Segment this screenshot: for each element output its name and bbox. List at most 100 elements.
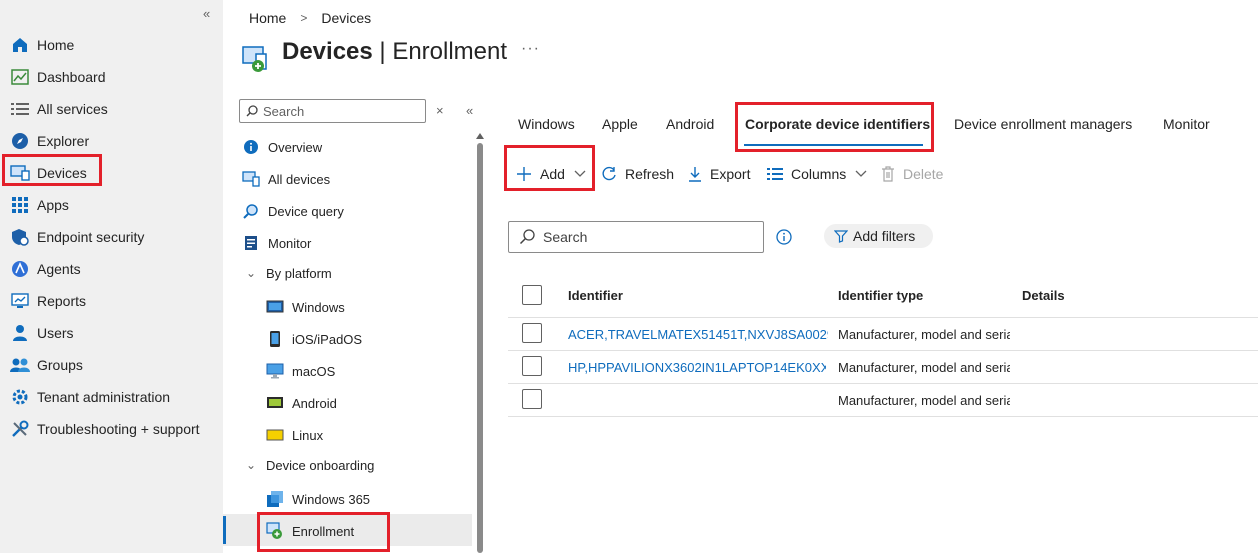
- table-divider: [508, 317, 1258, 318]
- identifier-type-cell: Manufacturer, model and serial number: [838, 327, 1010, 342]
- nav-label: All services: [37, 101, 108, 117]
- nav-item-dashboard[interactable]: Dashboard: [10, 64, 215, 90]
- tab-apple[interactable]: Apple: [602, 116, 638, 132]
- breadcrumb: Home > Devices: [249, 10, 371, 26]
- nav-label: Agents: [37, 261, 81, 277]
- subnav-ios-ipados[interactable]: iOS/iPadOS: [266, 326, 362, 352]
- nav-item-agents[interactable]: Agents: [10, 256, 215, 282]
- nav-item-tenant-administration[interactable]: Tenant administration: [10, 384, 215, 410]
- subnav-group-device-onboarding[interactable]: ⌄ Device onboarding: [242, 452, 374, 478]
- agents-icon: [10, 259, 30, 279]
- enrollment-highlight-box: [257, 512, 390, 552]
- identifier-type-cell: Manufacturer, model and serial number: [838, 360, 1010, 375]
- row-checkbox[interactable]: [522, 323, 542, 343]
- nav-label: Home: [37, 37, 75, 53]
- tab-android[interactable]: Android: [666, 116, 714, 132]
- add-filters-label: Add filters: [853, 228, 916, 244]
- subnav-monitor[interactable]: Monitor: [242, 230, 311, 256]
- subnav-label: macOS: [292, 363, 336, 379]
- groups-icon: [10, 355, 30, 375]
- refresh-label: Refresh: [625, 166, 675, 182]
- table-divider: [508, 350, 1258, 351]
- identifier-link[interactable]: HP,HPPAVILIONX3602IN1LAPTOP14EK0XXX,: [568, 360, 826, 375]
- dashboard-icon: [10, 67, 30, 87]
- subnav-windows-365[interactable]: Windows 365: [266, 486, 370, 512]
- row-checkbox[interactable]: [522, 389, 542, 409]
- add-filters-button[interactable]: Add filters: [824, 224, 933, 248]
- explorer-icon: [10, 131, 30, 151]
- android-device-icon: [266, 394, 284, 412]
- breadcrumb-devices[interactable]: Devices: [321, 10, 371, 26]
- scroll-up-arrow-icon[interactable]: [476, 133, 484, 139]
- column-header-identifier-type[interactable]: Identifier type: [838, 288, 923, 303]
- nav-label: Dashboard: [37, 69, 106, 85]
- query-search-icon: [242, 202, 260, 220]
- phone-icon: [266, 330, 284, 348]
- nav-item-explorer[interactable]: Explorer: [10, 128, 215, 154]
- nav-item-groups[interactable]: Groups: [10, 352, 215, 378]
- subnav-scrollbar[interactable]: [476, 133, 484, 553]
- breadcrumb-home[interactable]: Home: [249, 10, 286, 26]
- search-icon: [519, 229, 535, 245]
- nav-label: Explorer: [37, 133, 90, 149]
- reports-icon: [10, 291, 30, 311]
- nav-item-all-services[interactable]: All services: [10, 96, 215, 122]
- subnav-label: Overview: [268, 139, 323, 155]
- nav-label: Groups: [37, 357, 83, 373]
- devices-icon: [242, 170, 260, 188]
- nav-item-users[interactable]: Users: [10, 320, 215, 346]
- row-checkbox[interactable]: [522, 356, 542, 376]
- delete-button[interactable]: Delete: [881, 163, 943, 185]
- windows-365-icon: [266, 490, 284, 508]
- tab-highlight-box: [735, 102, 934, 152]
- subnav-linux[interactable]: Linux: [266, 422, 323, 448]
- identifier-search-input[interactable]: Search: [508, 221, 764, 253]
- subnav-device-query[interactable]: Device query: [242, 198, 344, 224]
- select-all-checkbox[interactable]: [522, 285, 542, 305]
- subnav-group-by-platform[interactable]: ⌄ By platform: [242, 260, 332, 286]
- column-header-details[interactable]: Details: [1022, 288, 1065, 303]
- export-button[interactable]: Export: [688, 163, 750, 185]
- columns-label: Columns: [791, 166, 847, 182]
- search-icon: [246, 105, 258, 117]
- nav-item-endpoint-security[interactable]: Endpoint security: [10, 224, 215, 250]
- linux-device-icon: [266, 426, 284, 444]
- nav-item-home[interactable]: Home: [10, 32, 215, 58]
- subnav-all-devices[interactable]: All devices: [242, 166, 330, 192]
- refresh-button[interactable]: Refresh: [601, 163, 674, 185]
- search-placeholder: Search: [543, 229, 588, 245]
- tools-icon: [10, 419, 30, 439]
- subnav-label: Android: [292, 395, 337, 411]
- monitor-icon: [242, 234, 260, 252]
- tab-windows[interactable]: Windows: [518, 116, 575, 132]
- active-item-indicator: [223, 516, 226, 544]
- nav-item-troubleshooting[interactable]: Troubleshooting + support: [10, 416, 215, 442]
- tab-monitor[interactable]: Monitor: [1163, 116, 1210, 132]
- user-icon: [10, 323, 30, 343]
- scrollbar-thumb[interactable]: [477, 143, 483, 553]
- nav-item-apps[interactable]: Apps: [10, 192, 215, 218]
- trash-icon: [881, 166, 895, 182]
- list-icon: [10, 99, 30, 119]
- collapse-subnav-button[interactable]: «: [466, 103, 473, 118]
- tab-device-enrollment-managers[interactable]: Device enrollment managers: [954, 116, 1132, 132]
- subnav-label: Windows 365: [292, 491, 371, 507]
- columns-button[interactable]: Columns: [767, 163, 867, 185]
- filter-icon: [834, 229, 848, 243]
- more-options-icon[interactable]: ···: [521, 40, 540, 58]
- identifier-link[interactable]: ACER,TRAVELMATEX51451T,NXVJ8SA002904: [568, 327, 828, 342]
- nav-item-reports[interactable]: Reports: [10, 288, 215, 314]
- subnav-android[interactable]: Android: [266, 390, 337, 416]
- collapse-nav-button[interactable]: «: [203, 6, 210, 21]
- clear-search-button[interactable]: ×: [436, 103, 444, 118]
- sub-nav-search-input[interactable]: Search: [239, 99, 426, 123]
- info-icon[interactable]: [776, 229, 792, 248]
- subnav-label: Windows: [292, 299, 345, 315]
- subnav-label: Linux: [292, 427, 324, 443]
- subnav-macos[interactable]: macOS: [266, 358, 335, 384]
- column-header-identifier[interactable]: Identifier: [568, 288, 623, 303]
- chevron-right-icon: >: [300, 11, 308, 25]
- subnav-overview[interactable]: Overview: [242, 134, 322, 160]
- subnav-windows[interactable]: Windows: [266, 294, 345, 320]
- nav-label: Reports: [37, 293, 87, 309]
